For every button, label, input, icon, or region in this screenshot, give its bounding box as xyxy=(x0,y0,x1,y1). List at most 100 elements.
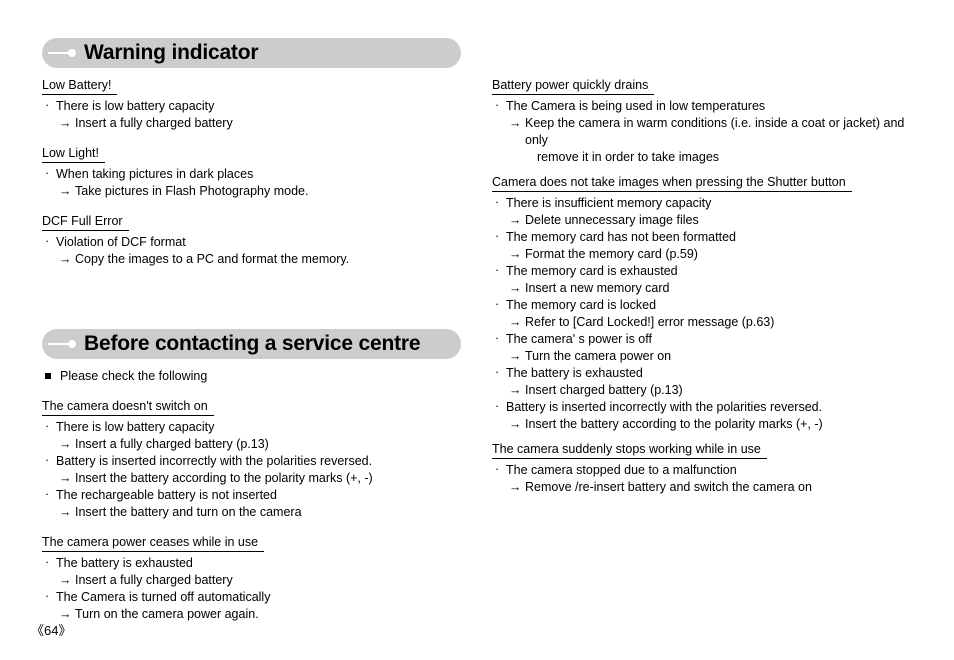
arrow-right-icon: → xyxy=(59,184,72,198)
cause-bullet-icon: · xyxy=(495,331,500,345)
remedy-text: Delete unnecessary image files xyxy=(525,213,699,227)
cause-bullet-icon: · xyxy=(45,589,50,603)
cause-line: · There is insufficient memory capacity xyxy=(492,195,912,212)
group-heading: Low Light! xyxy=(42,146,105,163)
list-item: · The camera' s power is off → Turn the … xyxy=(492,331,912,365)
cause-text: The rechargeable battery is not inserted xyxy=(56,488,277,502)
group-camera-power-ceases: The camera power ceases while in use · T… xyxy=(42,535,462,623)
cause-bullet-icon: · xyxy=(45,98,50,112)
arrow-right-icon: → xyxy=(509,349,522,363)
cause-text: When taking pictures in dark places xyxy=(56,167,254,181)
remedy-text: Insert the battery according to the pola… xyxy=(525,417,823,431)
remedy-text: Remove /re-insert battery and switch the… xyxy=(525,480,812,494)
cause-bullet-icon: · xyxy=(495,98,500,112)
arrow-right-icon: → xyxy=(509,383,522,397)
cause-text: Battery is inserted incorrectly with the… xyxy=(506,400,823,414)
cause-bullet-icon: · xyxy=(495,462,500,476)
cause-text: There is low battery capacity xyxy=(56,99,215,113)
cause-text: The memory card is locked xyxy=(506,298,657,312)
group-camera-doesnt-switch-on: The camera doesn't switch on · There is … xyxy=(42,399,462,521)
remedy-line: → Keep the camera in warm conditions (i.… xyxy=(492,115,912,166)
arrow-right-icon: → xyxy=(509,417,522,431)
remedy-line: → Insert a fully charged battery (p.13) xyxy=(42,436,462,453)
remedy-text: Turn the camera power on xyxy=(525,349,672,363)
remedy-line: → Turn the camera power on xyxy=(492,348,912,365)
remedy-line: → Format the memory card (p.59) xyxy=(492,246,912,263)
cause-line: · The memory card is exhausted xyxy=(492,263,912,280)
remedy-line: → Insert the battery according to the po… xyxy=(492,416,912,433)
group-battery-power-quickly-drains: Battery power quickly drains · The Camer… xyxy=(492,78,912,166)
list-item: · The Camera is being used in low temper… xyxy=(492,98,912,166)
cause-bullet-icon: · xyxy=(495,195,500,209)
cause-text: There is insufficient memory capacity xyxy=(506,196,712,210)
list-item: · The memory card is exhausted → Insert … xyxy=(492,263,912,297)
cause-bullet-icon: · xyxy=(495,263,500,277)
list-item: · Violation of DCF format → Copy the ima… xyxy=(42,234,462,268)
remedy-line: → Insert a fully charged battery xyxy=(42,572,462,589)
right-column: Battery power quickly drains · The Camer… xyxy=(492,78,912,496)
list-item: · Battery is inserted incorrectly with t… xyxy=(492,399,912,433)
remedy-line: → Take pictures in Flash Photography mod… xyxy=(42,183,462,200)
square-bullet-icon xyxy=(45,373,51,379)
arrow-right-icon: → xyxy=(509,315,522,329)
arrow-right-icon: → xyxy=(509,116,522,130)
group-heading: The camera suddenly stops working while … xyxy=(492,442,767,459)
line-dot-icon xyxy=(42,38,84,68)
remedy-text: Insert the battery according to the pola… xyxy=(75,471,373,485)
section-title: Before contacting a service centre xyxy=(84,331,421,355)
list-item: · The battery is exhausted → Insert a fu… xyxy=(42,555,462,589)
group-low-battery: Low Battery! · There is low battery capa… xyxy=(42,78,462,132)
cause-text: The camera stopped due to a malfunction xyxy=(506,463,737,477)
list-item: · The battery is exhausted → Insert char… xyxy=(492,365,912,399)
group-heading: Camera does not take images when pressin… xyxy=(492,175,852,192)
list-item: · The Camera is turned off automatically… xyxy=(42,589,462,623)
list-item: · There is insufficient memory capacity … xyxy=(492,195,912,229)
intro-text: Please check the following xyxy=(60,369,208,383)
remedy-text: Format the memory card (p.59) xyxy=(525,247,698,261)
remedy-line: → Copy the images to a PC and format the… xyxy=(42,251,462,268)
cause-line: · The battery is exhausted xyxy=(42,555,462,572)
cause-bullet-icon: · xyxy=(495,399,500,413)
cause-line: · The camera stopped due to a malfunctio… xyxy=(492,462,912,479)
list-item: · The camera stopped due to a malfunctio… xyxy=(492,462,912,496)
cause-text: The battery is exhausted xyxy=(506,366,643,380)
left-column-service-centre: Please check the following The camera do… xyxy=(42,368,462,623)
group-item-list: · Violation of DCF format → Copy the ima… xyxy=(42,234,462,268)
remedy-line: → Turn on the camera power again. xyxy=(42,606,462,623)
list-item: · The memory card is locked → Refer to [… xyxy=(492,297,912,331)
group-low-light: Low Light! · When taking pictures in dar… xyxy=(42,146,462,200)
group-item-list: · There is low battery capacity → Insert… xyxy=(42,98,462,132)
cause-text: The Camera is turned off automatically xyxy=(56,590,271,604)
cause-line: · The camera' s power is off xyxy=(492,331,912,348)
group-item-list: · There is insufficient memory capacity … xyxy=(492,195,912,433)
group-heading: Low Battery! xyxy=(42,78,118,95)
section-banner-before-contacting-service-centre: Before contacting a service centre xyxy=(42,329,461,359)
remedy-text: Refer to [Card Locked!] error message (p… xyxy=(525,315,775,329)
cause-bullet-icon: · xyxy=(45,555,50,569)
cause-line: · The memory card is locked xyxy=(492,297,912,314)
remedy-line: → Delete unnecessary image files xyxy=(492,212,912,229)
cause-bullet-icon: · xyxy=(45,419,50,433)
remedy-line: → Remove /re-insert battery and switch t… xyxy=(492,479,912,496)
left-column-warning-indicator: Low Battery! · There is low battery capa… xyxy=(42,78,462,268)
remedy-text: Copy the images to a PC and format the m… xyxy=(75,252,350,266)
remedy-text: Insert the battery and turn on the camer… xyxy=(75,505,302,519)
group-heading: DCF Full Error xyxy=(42,214,129,231)
cause-bullet-icon: · xyxy=(495,297,500,311)
group-item-list: · There is low battery capacity → Insert… xyxy=(42,419,462,521)
group-heading: The camera power ceases while in use xyxy=(42,535,265,552)
list-item: · The rechargeable battery is not insert… xyxy=(42,487,462,521)
cause-bullet-icon: · xyxy=(45,453,50,467)
cause-line: · The battery is exhausted xyxy=(492,365,912,382)
arrow-right-icon: → xyxy=(59,437,72,451)
group-heading: Battery power quickly drains xyxy=(492,78,655,95)
cause-bullet-icon: · xyxy=(45,166,50,180)
cause-text: There is low battery capacity xyxy=(56,420,215,434)
group-dcf-full-error: DCF Full Error · Violation of DCF format… xyxy=(42,214,462,268)
cause-bullet-icon: · xyxy=(45,487,50,501)
remedy-line: → Insert the battery and turn on the cam… xyxy=(42,504,462,521)
cause-text: The camera' s power is off xyxy=(506,332,652,346)
intro-line: Please check the following xyxy=(42,368,462,384)
arrow-right-icon: → xyxy=(509,480,522,494)
remedy-text: Insert a fully charged battery (p.13) xyxy=(75,437,269,451)
